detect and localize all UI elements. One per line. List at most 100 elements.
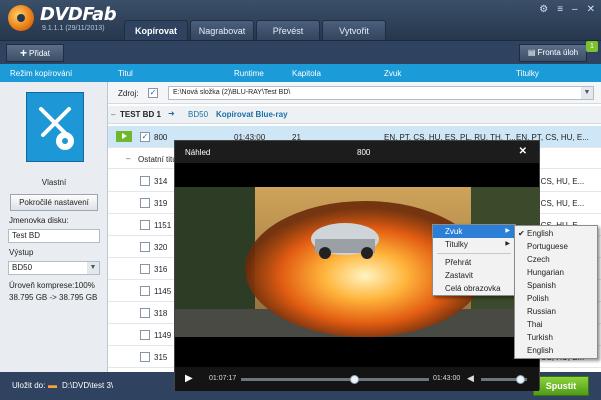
task-queue-button[interactable]: ▤ Fronta úloh (519, 44, 587, 62)
title-checkbox[interactable] (140, 264, 150, 274)
title-number: 1149 (154, 331, 172, 340)
title-checkbox[interactable] (140, 198, 150, 208)
title-group-header[interactable]: – TEST BD 1 ➜ BD50 Kopírovat Blue-ray (108, 106, 601, 124)
main-tabs: Kopírovat Nagrabovat Převést Vytvořit (124, 20, 388, 40)
audio-track-item[interactable]: Hungarian (515, 266, 597, 279)
current-time: 01:07:17 (209, 375, 237, 382)
volume-label-input[interactable]: Test BD (8, 229, 100, 243)
window-controls: ⚙ ≡ – ✕ (539, 4, 595, 15)
title-checkbox[interactable] (140, 220, 150, 230)
audio-track-item[interactable]: Portuguese (515, 240, 597, 253)
title-number: 314 (154, 177, 168, 186)
title-number: 320 (154, 243, 168, 252)
col-subtitles[interactable]: Titulky (516, 69, 539, 78)
seek-bar[interactable] (241, 378, 429, 381)
folder-icon[interactable]: ▬ (48, 380, 57, 390)
title-checkbox[interactable] (140, 176, 150, 186)
col-audio[interactable]: Zvuk (384, 69, 401, 78)
audio-track-item[interactable]: Thai (515, 318, 597, 331)
volume-label: Jmenovka disku: (9, 216, 69, 225)
save-path[interactable]: D:\DVD\test 3\ (62, 381, 113, 390)
audio-track-item[interactable]: ✔ English (515, 227, 597, 240)
menu-item-subtitles[interactable]: Titulky ▶ (433, 238, 515, 251)
audio-track-label: Spanish (527, 281, 556, 290)
source-checkbox[interactable]: ✓ (148, 88, 158, 98)
title-checkbox[interactable] (140, 352, 150, 362)
output-select[interactable]: BD50 ▼ (8, 261, 100, 275)
task-queue-label: Fronta úloh (537, 48, 579, 57)
copy-action: Kopírovat Blue-ray (216, 110, 288, 119)
tab-vytvorit[interactable]: Vytvořit (322, 20, 386, 40)
audio-track-label: English (527, 229, 554, 238)
menu-icon[interactable]: ≡ (557, 4, 563, 15)
col-title[interactable]: Titul (118, 69, 133, 78)
chevron-down-icon: ▼ (87, 262, 99, 274)
title-number: 319 (154, 199, 168, 208)
play-preview-icon[interactable] (116, 131, 132, 142)
context-menu: Zvuk ▶ Titulky ▶ Přehrát Zastavit Celá obr… (432, 224, 516, 296)
title-subtitles: ...CS, HU, E... (534, 177, 585, 186)
audio-track-label: Turkish (527, 333, 553, 342)
audio-track-label: Portuguese (527, 242, 568, 251)
size-estimate: 38.795 GB -> 38.795 GB (9, 293, 98, 302)
audio-track-item[interactable]: Russian (515, 305, 597, 318)
title-checkbox[interactable] (140, 242, 150, 252)
title-number: 315 (154, 353, 168, 362)
menu-item-stop[interactable]: Zastavit (433, 269, 515, 282)
audio-track-item[interactable]: English (515, 344, 597, 357)
source-path: E:\Nová složka (2)\BLU-RAY\Test BD\ (173, 89, 291, 96)
audio-track-item[interactable]: Czech (515, 253, 597, 266)
add-button[interactable]: + Přidat (6, 44, 64, 62)
output-label: Výstup (9, 248, 34, 257)
tab-nagrabovat[interactable]: Nagrabovat (190, 20, 254, 40)
tab-prevest[interactable]: Převést (256, 20, 320, 40)
menu-item-play[interactable]: Přehrát (433, 256, 515, 269)
disc-name: TEST BD 1 (120, 110, 161, 119)
copy-mode-name: Vlastní (41, 178, 67, 187)
close-icon[interactable]: ✕ (519, 146, 527, 157)
other-titles-label: Ostatní titul (138, 155, 179, 164)
minimize-icon[interactable]: – (572, 4, 578, 15)
preview-title-number: 800 (357, 148, 371, 157)
audio-track-item[interactable]: Turkish (515, 331, 597, 344)
source-row: Zdroj: ✓ E:\Nová složka (2)\BLU-RAY\Test… (108, 82, 601, 104)
volume-icon[interactable]: ◀ (467, 373, 474, 384)
seek-handle[interactable] (349, 375, 359, 384)
app-name: DVDFab (40, 4, 117, 25)
play-icon[interactable]: ▶ (185, 373, 193, 384)
audio-track-item[interactable]: Spanish (515, 279, 597, 292)
close-icon[interactable]: ✕ (587, 4, 595, 15)
menu-item-audio[interactable]: Zvuk ▶ (433, 225, 515, 238)
col-runtime[interactable]: Runtime (234, 69, 264, 78)
title-subtitles: ...CS, HU, E... (534, 199, 585, 208)
checkmark-icon: ✔ (518, 229, 525, 238)
title-bar: DVDFab 9.1.1.1 (29/11/2013) Kopírovat Na… (0, 0, 601, 40)
title-number: 316 (154, 265, 168, 274)
collapse-icon[interactable]: – (111, 110, 115, 119)
app-version: 9.1.1.1 (29/11/2013) (42, 25, 105, 32)
title-number: 1151 (154, 221, 172, 230)
tools-disc-icon (39, 107, 74, 150)
col-copy-mode: Režim kopírování (10, 69, 73, 78)
audio-submenu: ✔ English Portuguese Czech Hungarian Spanish P… (514, 225, 598, 359)
audio-track-label: Hungarian (527, 268, 564, 277)
menu-item-fullscreen[interactable]: Celá obrazovka (433, 282, 515, 295)
settings-icon[interactable]: ⚙ (539, 4, 548, 15)
start-button[interactable]: Spustit (533, 376, 589, 396)
submenu-arrow-icon: ▶ (505, 241, 510, 247)
copy-mode-panel: Vlastní Pokročilé nastavení Jmenovka dis… (0, 82, 108, 372)
source-path-select[interactable]: E:\Nová složka (2)\BLU-RAY\Test BD\ ▼ (168, 86, 594, 100)
volume-handle[interactable] (516, 375, 526, 384)
disc-type: BD50 (188, 110, 209, 119)
title-checkbox[interactable] (140, 286, 150, 296)
collapse-icon[interactable]: – (126, 154, 130, 163)
col-chapter[interactable]: Kapitola (292, 69, 321, 78)
title-checkbox[interactable]: ✓ (140, 132, 150, 142)
advanced-settings-button[interactable]: Pokročilé nastavení (10, 194, 98, 211)
title-checkbox[interactable] (140, 330, 150, 340)
title-checkbox[interactable] (140, 308, 150, 318)
customize-mode-icon[interactable] (26, 92, 84, 162)
tab-kopirovat[interactable]: Kopírovat (124, 20, 188, 40)
save-to-label: Uložit do: (12, 381, 46, 390)
audio-track-item[interactable]: Polish (515, 292, 597, 305)
